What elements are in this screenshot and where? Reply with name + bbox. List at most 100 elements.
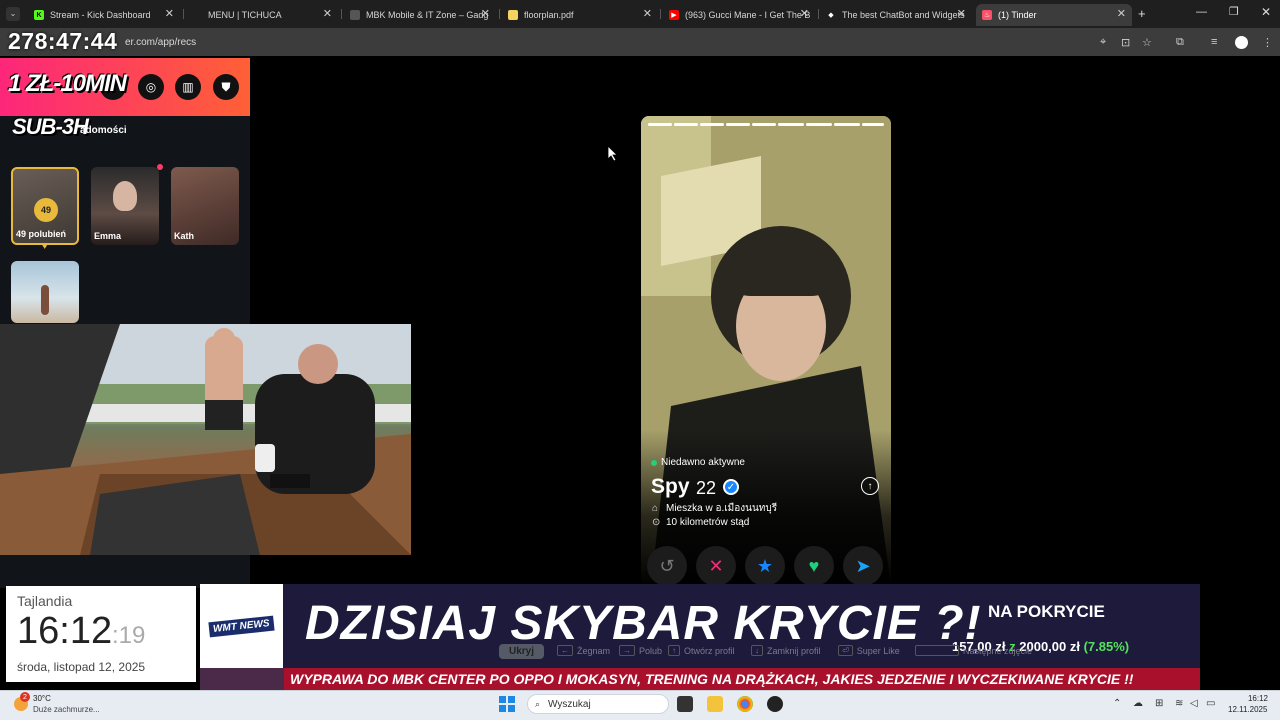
cloud-icon[interactable]: ☁ [1133, 698, 1143, 709]
photo-progress-segment [752, 123, 776, 126]
profile-avatar[interactable] [1235, 36, 1248, 49]
obs-icon[interactable] [767, 696, 783, 712]
shortcut-label: Żegnam [577, 645, 611, 656]
open-profile-arrow-icon[interactable]: ↑ [861, 477, 879, 495]
clock-date: środa, listopad 12, 2025 [17, 660, 146, 674]
kick-icon: K [34, 10, 44, 20]
news-ticker-text: WYPRAWA DO MBK CENTER PO OPPO I MOKASYN,… [290, 671, 1134, 687]
tab-list-dropdown[interactable]: ⌄ [6, 7, 20, 21]
tab-title: Stream - Kick Dashboard [50, 10, 151, 20]
tray-time[interactable]: 16:12 [1246, 694, 1268, 703]
enter-key-icon: ⏎ [838, 645, 853, 656]
match-card-emma[interactable]: Emma [91, 167, 159, 245]
nope-button[interactable]: ✕ [696, 546, 736, 586]
close-tab-icon[interactable]: ✕ [800, 7, 809, 20]
like-button[interactable]: ♥ [794, 546, 834, 586]
match-card-kath[interactable]: Kath [171, 167, 239, 245]
tinder-icon: ♨ [982, 10, 992, 20]
profile-photo [113, 181, 137, 211]
new-tab-button[interactable]: + [1138, 6, 1146, 21]
profile-location: ⌂ Mieszka w อ.เมืองนนทบุรี [652, 501, 777, 516]
location-icon[interactable]: ⌖ [1100, 36, 1106, 49]
match-label: 49 polubień [16, 229, 67, 239]
right-arrow-key-icon: → [619, 645, 635, 656]
battery-icon[interactable]: ▭ [1206, 698, 1215, 709]
rewind-button[interactable]: ↺ [647, 546, 687, 586]
tab-title: floorplan.pdf [524, 10, 574, 20]
bookmark-star-icon[interactable]: ☆ [1142, 36, 1152, 49]
activity-status: Niedawno aktywne [651, 457, 745, 468]
news-headline: DZISIAJ SKYBAR KRYCIE ?! [305, 597, 982, 650]
close-tab-icon[interactable]: ✕ [165, 7, 174, 20]
chrome-icon[interactable] [737, 696, 753, 712]
task-view-icon[interactable] [677, 696, 693, 712]
tab-title: MBK Mobile & IT Zone – Gadg [366, 10, 489, 20]
briefcase-icon[interactable]: ▥ [175, 74, 201, 100]
explore-compass-icon[interactable]: ◎ [138, 74, 164, 100]
tab-title: (963) Gucci Mane - I Get The B [685, 10, 811, 20]
close-tab-icon[interactable]: ✕ [957, 7, 966, 20]
photo-progress-segment [726, 123, 750, 126]
tray-date[interactable]: 12.11.2025 [1228, 705, 1267, 714]
boost-send-button[interactable]: ➤ [843, 546, 883, 586]
stream-overlay-sub: SUB-3H [12, 114, 89, 139]
tab-floorplan-pdf[interactable]: floorplan.pdf ✕ [502, 4, 658, 26]
shortcut-next-photo: Następne zdjęcie [915, 645, 1032, 656]
shortcut-label: Zamknij profil [767, 645, 821, 656]
weather-temp: 30°C [33, 694, 51, 703]
likes-match-card[interactable]: 49 49 polubień [11, 167, 79, 245]
messages-tab[interactable]: adomości [80, 125, 127, 136]
tab-menu-tichuca[interactable]: MENU | TICHUCA ✕ [186, 4, 338, 26]
clock-time: 16:12 [17, 610, 113, 652]
tab-tinder[interactable]: ♨ (1) Tinder ✕ [976, 4, 1132, 26]
install-app-icon[interactable]: ⊡ [1121, 36, 1130, 49]
tab-kick-dashboard[interactable]: K Stream - Kick Dashboard ✕ [28, 4, 180, 26]
file-explorer-icon[interactable] [707, 696, 723, 712]
online-dot-icon [651, 459, 657, 466]
match-label: Emma [94, 231, 122, 241]
restore-button[interactable]: ❐ [1229, 5, 1239, 18]
left-arrow-key-icon: ← [557, 645, 573, 656]
close-window-button[interactable]: ✕ [1261, 5, 1271, 19]
shortcut-close: ↓ Zamknij profil [751, 645, 821, 656]
close-tab-icon[interactable]: ✕ [1117, 7, 1126, 20]
tray-overflow-icon[interactable]: ⌃ [1113, 698, 1121, 709]
close-tab-icon[interactable]: ✕ [481, 7, 490, 20]
hide-shortcuts-button[interactable]: Ukryj [499, 644, 545, 659]
windows-start-icon[interactable] [499, 696, 515, 712]
menu-dots-icon[interactable]: ⋮ [1262, 36, 1273, 49]
bot-icon: ◆ [828, 12, 834, 19]
profile-distance: ⊙ 10 kilometrów stąd [652, 517, 749, 528]
wifi-icon[interactable]: ≋ [1175, 698, 1183, 709]
tab-mbk-mobile[interactable]: MBK Mobile & IT Zone – Gadg ✕ [344, 4, 496, 26]
webcam-image [0, 324, 411, 555]
map-pin-icon: ⊙ [652, 517, 661, 528]
tab-youtube[interactable]: ▶ (963) Gucci Mane - I Get The B ✕ [663, 4, 815, 26]
close-tab-icon[interactable]: ✕ [323, 7, 332, 20]
news-logo-text: WMT NEWS [208, 615, 275, 637]
shortcut-label: Polub [639, 645, 663, 656]
network-icon[interactable]: ⊞ [1155, 698, 1163, 709]
media-controls-icon[interactable]: ≡ [1211, 36, 1217, 48]
distance-text: 10 kilometrów stąd [666, 517, 750, 528]
taskbar-search[interactable]: ⌕ Wyszukaj [527, 694, 669, 714]
close-tab-icon[interactable]: ✕ [643, 7, 652, 20]
tab-chatbot[interactable]: ◆ The best ChatBot and Widgets ✕ [820, 4, 972, 26]
url-field[interactable]: er.com/app/recs [125, 37, 196, 48]
new-match-dot [157, 164, 163, 170]
clock-place: Tajlandia [17, 593, 73, 609]
photo-progress-segment [834, 123, 860, 126]
shield-icon[interactable]: ⛊ [213, 74, 239, 100]
stream-timer: 278:47:44 [8, 28, 118, 54]
minimize-button[interactable]: — [1196, 6, 1207, 18]
superlike-button[interactable]: ★ [745, 546, 785, 586]
match-card-beach[interactable] [11, 261, 79, 323]
weather-desc: Duże zachmurze... [33, 705, 100, 714]
space-key-icon [915, 645, 959, 656]
extensions-icon[interactable]: ⧉ [1176, 36, 1184, 49]
volume-icon[interactable]: ◁ [1190, 698, 1198, 709]
mouse-cursor-icon [608, 146, 618, 161]
verified-badge-icon: ✓ [723, 479, 739, 495]
match-label: Kath [174, 231, 194, 241]
profile-photo [41, 285, 49, 315]
